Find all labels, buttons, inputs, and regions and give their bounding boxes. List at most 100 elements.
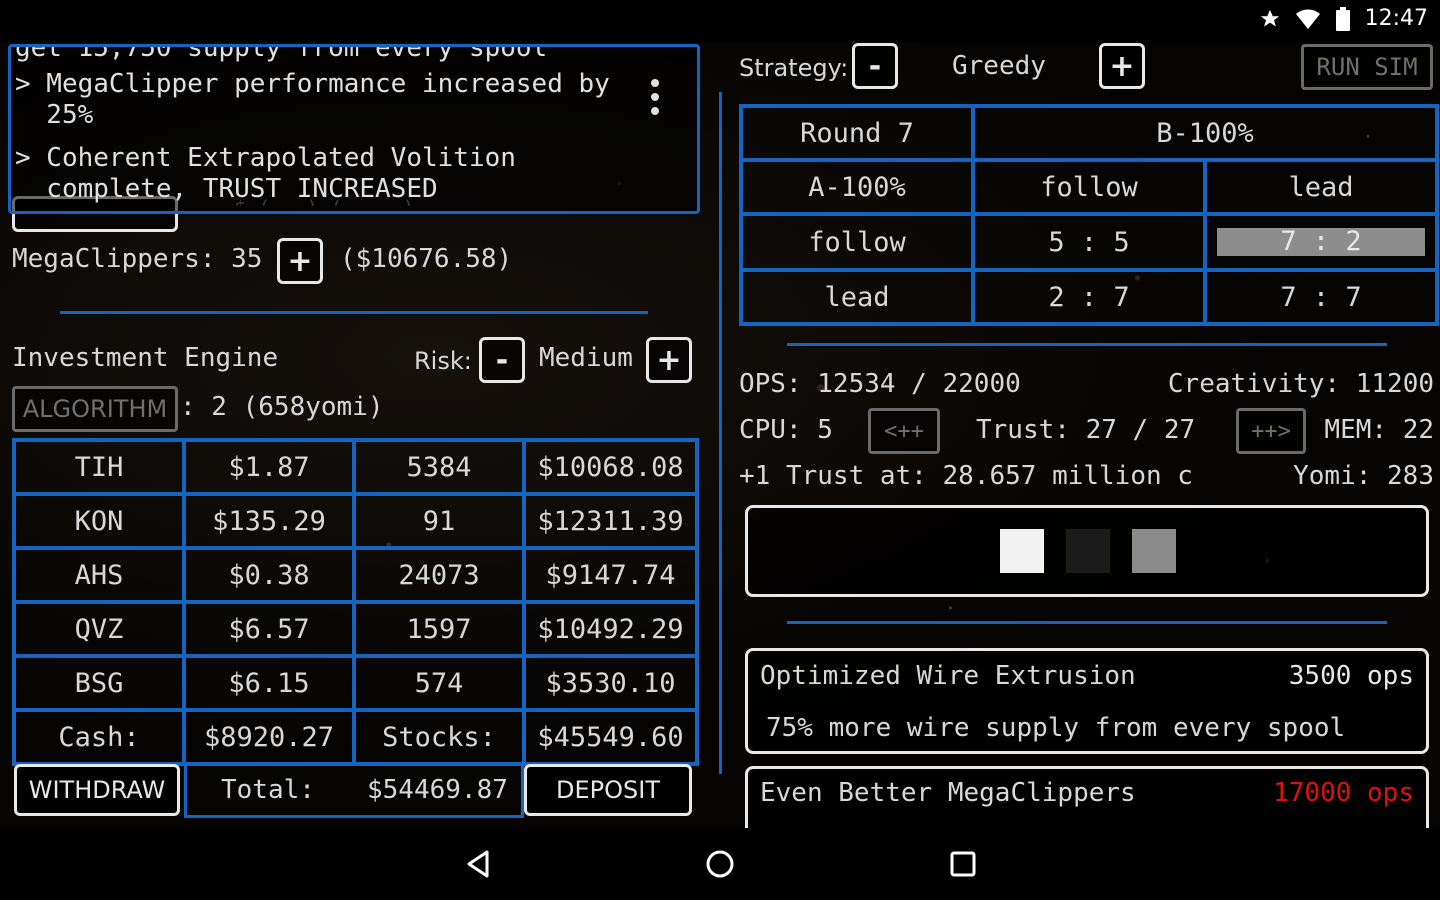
- stock-amount: 5384: [352, 438, 526, 496]
- table-row: Round 7 B-100%: [739, 104, 1440, 162]
- yomi-readout: Yomi: 283: [1293, 461, 1434, 491]
- strategy-value: Greedy: [952, 51, 1046, 81]
- wifi-icon: [1295, 9, 1320, 29]
- memory-readout: MEM: 22: [1324, 415, 1434, 445]
- row-lead-header: lead: [739, 268, 975, 326]
- back-icon[interactable]: [456, 842, 500, 886]
- clock: 12:47: [1364, 6, 1428, 31]
- stock-symbol: QVZ: [12, 600, 186, 658]
- stock-symbol: KON: [12, 492, 186, 550]
- qchip-on: [1000, 529, 1044, 573]
- navigation-bar: [0, 828, 1440, 900]
- tournament-table: Round 7 B-100% A-100% follow lead follow…: [739, 104, 1440, 326]
- column-divider: [719, 92, 722, 774]
- trust-readout: Trust: 27 / 27: [976, 415, 1196, 445]
- stock-price: $135.29: [182, 492, 356, 550]
- ops-readout: OPS: 12534 / 22000: [739, 369, 1021, 399]
- algorithm-info: : 2 (658yomi): [180, 392, 384, 422]
- recents-icon[interactable]: [941, 842, 985, 886]
- status-bar: 12:47: [0, 0, 1440, 42]
- add-memory-button[interactable]: ++>: [1236, 408, 1306, 454]
- add-processor-button[interactable]: <++: [868, 408, 940, 454]
- table-row: Cash: $8920.27 Stocks: $45549.60: [12, 708, 699, 766]
- log-line: > Coherent Extrapolated Volition: [15, 143, 516, 173]
- qchip-mid: [1132, 529, 1176, 573]
- stock-total: $10068.08: [522, 438, 699, 496]
- cash-value: $8920.27: [182, 708, 356, 766]
- overflow-menu-icon[interactable]: [651, 79, 661, 121]
- total-value: $54469.87: [367, 775, 508, 805]
- player-b-label: B-100%: [970, 104, 1440, 162]
- row-follow-header: follow: [739, 212, 975, 272]
- table-row: QVZ $6.57 1597 $10492.29: [12, 600, 699, 658]
- megaclipper-cost: ($10676.58): [340, 244, 513, 274]
- col-follow-header: follow: [971, 158, 1207, 216]
- section-divider: [60, 311, 648, 314]
- stock-total: $12311.39: [522, 492, 699, 550]
- stock-amount: 1597: [352, 600, 526, 658]
- payoff-cell: 2 : 7: [971, 268, 1207, 326]
- round-label: Round 7: [739, 104, 975, 162]
- col-lead-header: lead: [1202, 158, 1440, 216]
- project-description: 75% more wire supply from every spool: [766, 713, 1346, 743]
- risk-label: Risk:: [414, 347, 472, 375]
- table-row: TIH $1.87 5384 $10068.08: [12, 438, 699, 496]
- table-row: AHS $0.38 24073 $9147.74: [12, 546, 699, 604]
- stocks-value: $45549.60: [522, 708, 699, 766]
- table-row: BSG $6.15 574 $3530.10: [12, 654, 699, 712]
- creativity-readout: Creativity: 11200: [1167, 369, 1434, 399]
- project-title: Optimized Wire Extrusion: [760, 661, 1136, 691]
- payoff-cell: 5 : 5: [971, 212, 1207, 272]
- project-title: Even Better MegaClippers: [760, 778, 1136, 808]
- risk-increase-button[interactable]: +: [646, 337, 692, 383]
- stock-total: $10492.29: [522, 600, 699, 658]
- project-card[interactable]: Optimized Wire Extrusion 3500 ops 75% mo…: [745, 648, 1429, 754]
- payoff-cell-highlighted: 7 : 2: [1202, 212, 1440, 272]
- stock-price: $6.57: [182, 600, 356, 658]
- table-row: A-100% follow lead: [739, 158, 1440, 216]
- stock-amount: 24073: [352, 546, 526, 604]
- project-cost: 17000 ops: [1273, 778, 1414, 808]
- log-line: 25%: [15, 100, 94, 130]
- battery-icon: [1335, 6, 1350, 31]
- home-icon[interactable]: [698, 842, 742, 886]
- log-line: get 15,750 supply from every spool: [15, 44, 548, 63]
- deposit-button[interactable]: DEPOSIT: [524, 764, 692, 816]
- investment-title: Investment Engine: [12, 343, 279, 373]
- star-icon: [1260, 9, 1279, 27]
- algorithm-upgrade-button[interactable]: ALGORITHM: [12, 386, 178, 432]
- table-row: KON $135.29 91 $12311.39: [12, 492, 699, 550]
- stock-symbol: AHS: [12, 546, 186, 604]
- stock-price: $0.38: [182, 546, 356, 604]
- section-divider: [787, 343, 1387, 346]
- stock-symbol: BSG: [12, 654, 186, 712]
- strategy-label: Strategy:: [739, 54, 849, 82]
- total-box: Total: $54469.87: [184, 762, 524, 818]
- stock-total: $9147.74: [522, 546, 699, 604]
- risk-value: Medium: [539, 343, 633, 373]
- stock-price: $1.87: [182, 438, 356, 496]
- table-row: lead 2 : 7 7 : 7: [739, 268, 1440, 326]
- buy-megaclipper-button[interactable]: +: [277, 238, 323, 284]
- console-log[interactable]: get 15,750 supply from every spool > Meg…: [8, 44, 700, 214]
- withdraw-button[interactable]: WITHDRAW: [14, 764, 180, 816]
- stock-symbol: TIH: [12, 438, 186, 496]
- player-a-label: A-100%: [739, 158, 975, 216]
- stock-table: TIH $1.87 5384 $10068.08 KON $135.29 91 …: [12, 438, 699, 766]
- cash-label: Cash:: [12, 708, 186, 766]
- qchip-off: [1066, 529, 1110, 573]
- risk-decrease-button[interactable]: -: [479, 337, 525, 383]
- stock-amount: 91: [352, 492, 526, 550]
- log-line: > MegaClipper performance increased by: [15, 69, 610, 99]
- stock-amount: 574: [352, 654, 526, 712]
- quantum-compute-panel[interactable]: [745, 505, 1429, 597]
- strategy-prev-button[interactable]: -: [852, 43, 898, 89]
- next-trust-readout: +1 Trust at: 28.657 million c: [739, 461, 1193, 491]
- section-divider: [787, 621, 1387, 624]
- payoff-cell: 7 : 7: [1202, 268, 1440, 326]
- stock-price: $6.15: [182, 654, 356, 712]
- run-sim-button[interactable]: RUN SIM: [1301, 44, 1433, 90]
- strategy-next-button[interactable]: +: [1099, 43, 1145, 89]
- table-row: follow 5 : 5 7 : 2: [739, 212, 1440, 272]
- project-cost: 3500 ops: [1288, 661, 1414, 691]
